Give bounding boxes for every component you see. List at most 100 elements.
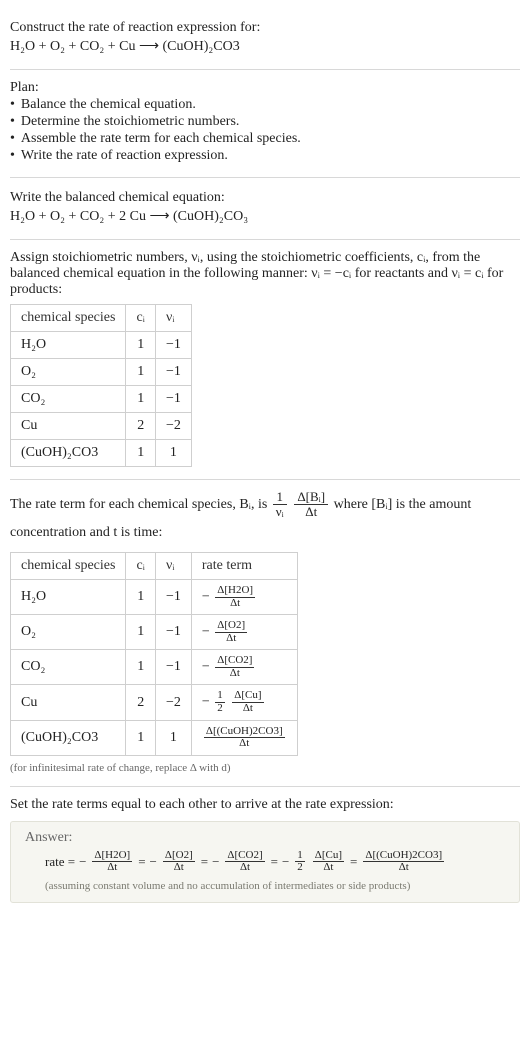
cell-species: H₂O: [11, 580, 126, 615]
col-species: chemical species: [11, 553, 126, 580]
plan-item-text: Balance the chemical equation.: [21, 97, 196, 113]
plan-section: Plan: Balance the chemical equation. Det…: [10, 70, 520, 178]
plan-item: Write the rate of reaction expression.: [10, 148, 520, 164]
rate-frac: Δ[CO2] Δt: [225, 850, 264, 874]
cell-ci: 2: [126, 685, 156, 720]
frac-den: 2: [295, 862, 305, 874]
col-ci: cᵢ: [126, 305, 156, 332]
equals-sign: =: [138, 854, 145, 870]
cell-rate-term: − Δ[CO2] Δt: [191, 650, 297, 685]
rate-intro: The rate term for each chemical species,…: [10, 490, 520, 546]
frac-den: Δt: [204, 738, 285, 750]
plan-item-text: Determine the stoichiometric numbers.: [21, 114, 240, 130]
stoich-section: Assign stoichiometric numbers, νᵢ, using…: [10, 240, 520, 480]
frac-num: 1: [273, 490, 287, 505]
col-vi: νᵢ: [155, 553, 191, 580]
frac-den: νᵢ: [273, 505, 287, 519]
frac-num: Δ[O2]: [215, 620, 247, 633]
table-header-row: chemical species cᵢ νᵢ: [11, 305, 192, 332]
frac-den: 2: [215, 703, 225, 715]
cell-vi: −1: [155, 615, 191, 650]
rate-table: chemical species cᵢ νᵢ rate term H₂O 1 −…: [10, 552, 298, 755]
cell-vi: 1: [155, 440, 191, 467]
table-row: CO₂ 1 −1 − Δ[CO2] Δt: [11, 650, 298, 685]
cell-ci: 1: [126, 359, 156, 386]
final-section: Set the rate terms equal to each other t…: [10, 787, 520, 915]
frac-den: Δt: [225, 862, 264, 874]
cell-species: (CuOH)₂CO3: [11, 720, 126, 755]
balanced-section: Write the balanced chemical equation: H₂…: [10, 178, 520, 240]
plan-item: Assemble the rate term for each chemical…: [10, 131, 520, 147]
answer-assumption: (assuming constant volume and no accumul…: [25, 880, 509, 892]
neg-sign: −: [202, 589, 210, 604]
plan-item-text: Write the rate of reaction expression.: [21, 148, 228, 164]
cell-vi: 1: [155, 720, 191, 755]
neg-sign: −: [202, 695, 210, 710]
cell-species: O₂: [11, 615, 126, 650]
cell-species: Cu: [11, 413, 126, 440]
cell-ci: 1: [126, 332, 156, 359]
rate-frac: Δ[CO2] Δt: [215, 655, 254, 679]
frac-num: Δ[H2O]: [215, 585, 255, 598]
cell-ci: 1: [126, 650, 156, 685]
table-row: H₂O 1 −1 − Δ[H2O] Δt: [11, 580, 298, 615]
header-section: Construct the rate of reaction expressio…: [10, 8, 520, 70]
cell-vi: −1: [155, 332, 191, 359]
plan-label: Plan:: [10, 80, 520, 96]
neg-sign: −: [282, 854, 289, 870]
infinitesimal-note: (for infinitesimal rate of change, repla…: [10, 762, 520, 774]
col-species: chemical species: [11, 305, 126, 332]
cell-species: CO₂: [11, 650, 126, 685]
cell-ci: 1: [126, 720, 156, 755]
equals-sign: =: [350, 854, 357, 870]
frac-den: Δt: [294, 505, 328, 519]
stoich-intro-text: Assign stoichiometric numbers, νᵢ, using…: [10, 250, 520, 298]
answer-label: Answer:: [25, 830, 509, 846]
cell-ci: 1: [126, 440, 156, 467]
rate-frac: Δ[(CuOH)2CO3] Δt: [204, 726, 285, 750]
rate-frac: Δ[Cu] Δt: [232, 690, 263, 714]
cell-ci: 2: [126, 413, 156, 440]
cell-vi: −2: [155, 685, 191, 720]
plan-item: Determine the stoichiometric numbers.: [10, 114, 520, 130]
page: Construct the rate of reaction expressio…: [0, 0, 530, 935]
stoich-table: chemical species cᵢ νᵢ H₂O 1 −1 O₂ 1 −1 …: [10, 304, 192, 467]
table-header-row: chemical species cᵢ νᵢ rate term: [11, 553, 298, 580]
frac-den: Δt: [92, 862, 132, 874]
table-row: (CuOH)₂CO3 1 1: [11, 440, 192, 467]
cell-species: O₂: [11, 359, 126, 386]
one-over-nu-frac: 1 νᵢ: [273, 490, 287, 520]
neg-sign: −: [212, 854, 219, 870]
cell-rate-term: − Δ[O2] Δt: [191, 615, 297, 650]
cell-ci: 1: [126, 580, 156, 615]
neg-sign: −: [150, 854, 157, 870]
rate-expression: rate = − Δ[H2O] Δt = − Δ[O2] Δt = − Δ[CO…: [25, 850, 509, 874]
neg-sign: −: [202, 660, 210, 675]
rate-frac: Δ[H2O] Δt: [92, 850, 132, 874]
cell-species: Cu: [11, 685, 126, 720]
half-frac: 1 2: [215, 690, 225, 714]
balanced-equation: H₂O + O₂ + CO₂ + 2 Cu ⟶ (CuOH)₂CO₃: [10, 208, 520, 225]
table-row: O₂ 1 −1: [11, 359, 192, 386]
frac-den: Δt: [163, 862, 195, 874]
rate-frac: Δ[Cu] Δt: [313, 850, 344, 874]
table-row: H₂O 1 −1: [11, 332, 192, 359]
table-row: CO₂ 1 −1: [11, 386, 192, 413]
cell-vi: −1: [155, 650, 191, 685]
rate-lead: rate =: [45, 854, 75, 870]
frac-den: Δt: [313, 862, 344, 874]
cell-species: H₂O: [11, 332, 126, 359]
col-rate-term: rate term: [191, 553, 297, 580]
table-row: O₂ 1 −1 − Δ[O2] Δt: [11, 615, 298, 650]
frac-den: Δt: [363, 862, 444, 874]
rate-section: The rate term for each chemical species,…: [10, 480, 520, 787]
frac-den: Δt: [215, 598, 255, 610]
equals-sign: =: [271, 854, 278, 870]
cell-vi: −1: [155, 386, 191, 413]
answer-box: Answer: rate = − Δ[H2O] Δt = − Δ[O2] Δt …: [10, 821, 520, 903]
cell-species: CO₂: [11, 386, 126, 413]
col-ci: cᵢ: [126, 553, 156, 580]
cell-species: (CuOH)₂CO3: [11, 440, 126, 467]
cell-ci: 1: [126, 615, 156, 650]
cell-rate-term: Δ[(CuOH)2CO3] Δt: [191, 720, 297, 755]
